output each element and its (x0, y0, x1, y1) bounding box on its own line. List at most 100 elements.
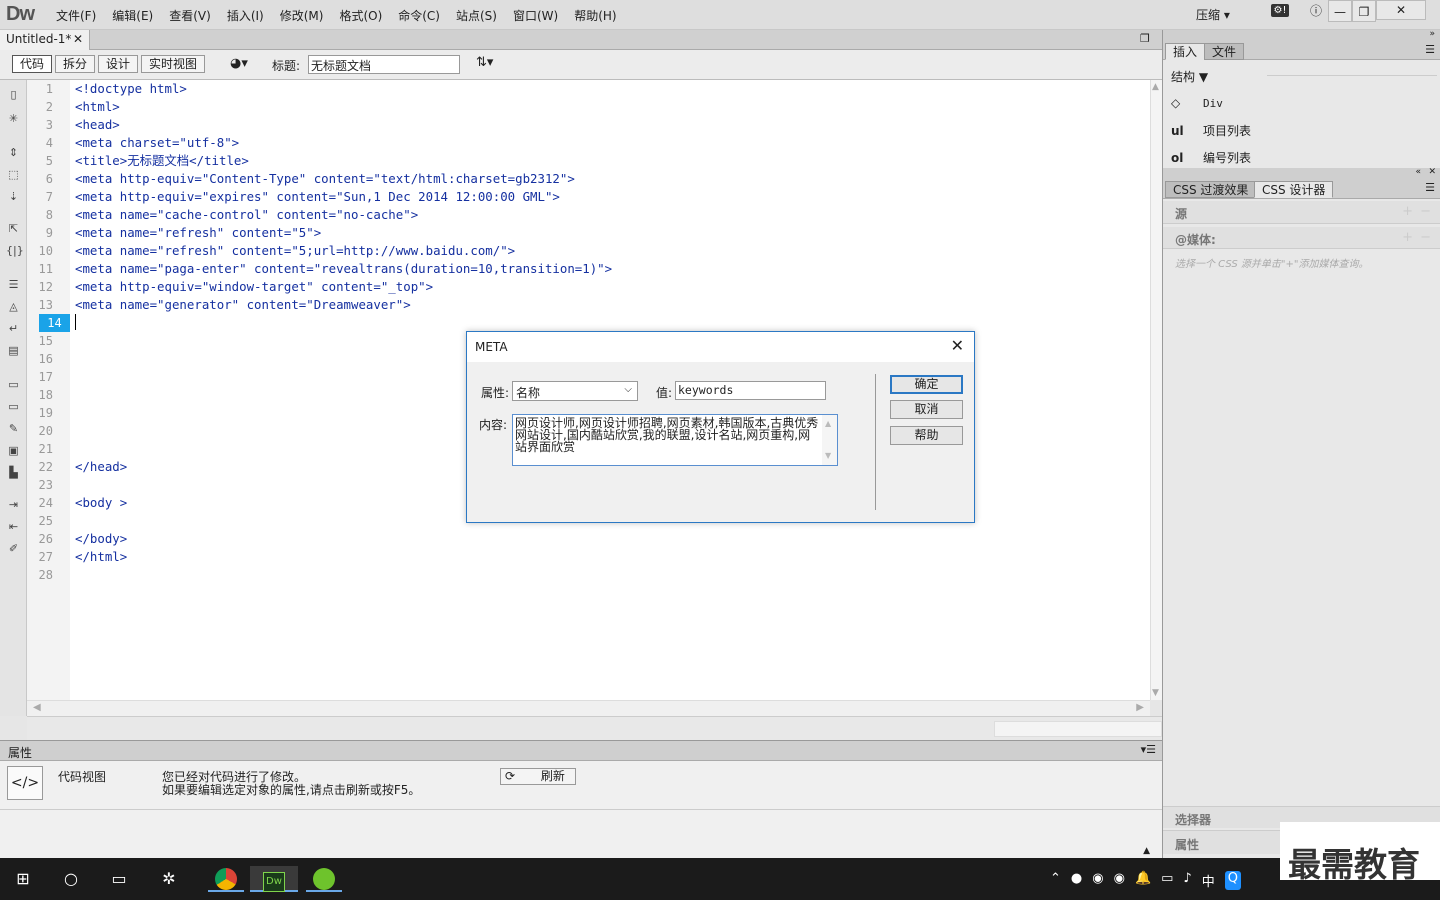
balance-braces-icon[interactable]: {|} (6, 244, 24, 258)
add-source-icon[interactable]: + (1402, 204, 1413, 219)
close-tab-icon[interactable]: ✕ (73, 32, 83, 46)
remove-source-icon[interactable]: − (1420, 204, 1431, 219)
word-wrap-icon[interactable]: ↵ (6, 322, 21, 336)
tab-css-transitions[interactable]: CSS 过渡效果 (1165, 181, 1257, 198)
menu-format[interactable]: 格式(O) (331, 7, 390, 24)
code-line: <html> (75, 99, 120, 114)
tab-files[interactable]: 文件 (1204, 43, 1245, 60)
ul-icon: ul (1171, 124, 1184, 138)
css-panel-menu-icon[interactable]: ☰ (1425, 181, 1435, 194)
minimize-button[interactable]: — (1328, 0, 1352, 22)
code-vertical-scrollbar[interactable]: ▲ ▼ (1150, 80, 1162, 700)
line-number: 8 (45, 208, 53, 222)
content-scrollbar[interactable]: ▲ ▼ (822, 415, 837, 465)
insert-category-dropdown[interactable]: 结构 ▼ (1171, 68, 1208, 85)
properties-title: 属性 (8, 746, 33, 760)
menu-file[interactable]: 文件(F) (48, 7, 104, 24)
preview-in-browser-icon[interactable]: ◕▾ (230, 56, 248, 71)
menu-view[interactable]: 查看(V) (161, 7, 219, 24)
value-input[interactable]: keywords (675, 381, 826, 400)
ime-indicator[interactable]: 中 (1202, 871, 1215, 890)
tab-css-designer[interactable]: CSS 设计器 (1254, 181, 1334, 198)
menu-modify[interactable]: 修改(M) (272, 7, 332, 24)
code-line: <meta charset="utf-8"> (75, 135, 240, 150)
dreamweaver-taskbar-icon[interactable]: Dw (250, 866, 298, 892)
expand-all-icon[interactable]: ⇣ (6, 190, 21, 204)
help-button[interactable]: 帮助 (890, 426, 963, 445)
chrome-icon[interactable] (208, 866, 244, 892)
menu-commands[interactable]: 命令(C) (390, 7, 448, 24)
menu-help[interactable]: 帮助(H) (566, 7, 624, 24)
open-documents-icon[interactable]: ▯ (6, 88, 21, 102)
collapse-css-icon[interactable]: « (1415, 167, 1421, 177)
cortana-icon[interactable]: ○ (58, 866, 84, 892)
recent-snippets-icon[interactable]: ▣ (6, 444, 21, 458)
panel-options-icon[interactable]: ▾☰ (1141, 743, 1156, 756)
menu-insert[interactable]: 插入(I) (219, 7, 272, 24)
close-window-button[interactable]: ✕ (1376, 0, 1426, 20)
insert-div-item[interactable]: ◇ Div (1171, 96, 1223, 110)
dialog-close-icon[interactable]: ✕ (951, 336, 964, 355)
cancel-button[interactable]: 取消 (890, 400, 963, 419)
search-app-icon[interactable]: Q (1224, 871, 1241, 890)
line-number: 16 (38, 352, 53, 366)
indent-code-icon[interactable]: ⇥ (6, 498, 21, 512)
syntax-error-alerts-icon[interactable]: ▤ (6, 344, 21, 358)
remove-comment-icon[interactable]: ▭ (6, 400, 21, 414)
select-parent-tag-icon[interactable]: ⇱ (6, 222, 21, 236)
qq-icon[interactable]: ◉ (1092, 871, 1103, 890)
content-textarea[interactable]: 网页设计师,网页设计师招聘,网页素材,韩国版本,古典优秀网站设计,国内酷站欣赏,… (512, 414, 838, 466)
restore-doc-icon[interactable]: ❐ (1140, 32, 1150, 45)
remove-media-icon[interactable]: − (1420, 230, 1431, 245)
properties-divider (0, 809, 1162, 810)
system-tray: ⌃ ● ◉ ◉ 🔔 ▭ ♪ 中 Q (1050, 871, 1241, 890)
volume-icon[interactable]: ♪ (1183, 871, 1191, 890)
document-title-input[interactable]: 无标题文档 (308, 55, 460, 74)
info-icon[interactable]: ⓘ (1304, 0, 1328, 22)
tab-insert[interactable]: 插入 (1165, 43, 1206, 60)
panel-menu-icon[interactable]: ☰ (1425, 43, 1435, 56)
insert-files-tabs: 插入 文件 ☰ (1163, 42, 1440, 60)
ok-button[interactable]: 确定 (890, 375, 963, 394)
wechat-icon[interactable]: ● (1071, 871, 1082, 890)
document-tab[interactable]: Untitled-1* ✕ (0, 30, 90, 50)
menu-window[interactable]: 窗口(W) (505, 7, 566, 24)
collapse-selection-icon[interactable]: ⬚ (6, 168, 21, 182)
outdent-code-icon[interactable]: ⇤ (6, 520, 21, 534)
code-view-button[interactable]: 代码 (12, 55, 53, 73)
notification-bell-icon[interactable]: 🔔 (1135, 871, 1151, 890)
add-media-icon[interactable]: + (1402, 230, 1413, 245)
menu-site[interactable]: 站点(S) (448, 7, 505, 24)
windows-start-icon[interactable]: ⊞ (10, 866, 36, 892)
split-view-button[interactable]: 拆分 (55, 55, 96, 73)
maximize-button[interactable]: ❐ (1352, 0, 1376, 22)
menu-edit[interactable]: 编辑(E) (104, 7, 161, 24)
insert-ordered-list-item[interactable]: ol 编号列表 (1171, 149, 1251, 166)
file-management-icon[interactable]: ⇅▾ (476, 55, 493, 70)
line-numbers-icon[interactable]: ☰ (6, 278, 21, 292)
apply-comment-icon[interactable]: ▭ (6, 378, 21, 392)
refresh-button[interactable]: ⟳ 刷新 (500, 768, 576, 785)
move-css-icon[interactable]: ▙ (6, 466, 21, 480)
wrap-tag-icon[interactable]: ✎ (6, 422, 21, 436)
code-horizontal-scrollbar[interactable]: ◀ ▶ (27, 700, 1150, 716)
tray-expand-icon[interactable]: ⌃ (1050, 871, 1061, 890)
design-view-button[interactable]: 设计 (98, 55, 139, 73)
live-view-button[interactable]: 实时视图 (141, 55, 206, 73)
collapse-properties-icon[interactable]: ▲ (1143, 846, 1150, 856)
workspace-switcher[interactable]: 压缩 ▾ (1196, 6, 1230, 23)
collapse-full-tag-icon[interactable]: ⇕ (6, 146, 21, 160)
network-icon[interactable]: ▭ (1161, 871, 1173, 890)
melon-app-icon[interactable] (306, 866, 342, 892)
show-code-navigator-icon[interactable]: ✳ (6, 112, 21, 126)
close-css-icon[interactable]: ✕ (1428, 167, 1436, 177)
attribute-select[interactable]: 名称 ⌵ (512, 381, 638, 401)
insert-unordered-list-item[interactable]: ul 项目列表 (1171, 122, 1251, 139)
collapse-panels-icon[interactable]: » (1429, 29, 1435, 39)
app-pinwheel-icon[interactable]: ✲ (156, 866, 182, 892)
sync-icon[interactable]: ⚙! (1268, 0, 1292, 22)
highlight-invalid-code-icon[interactable]: ◬ (6, 300, 21, 314)
task-view-icon[interactable]: ▭ (106, 866, 132, 892)
format-source-code-icon[interactable]: ✐ (6, 542, 21, 556)
qq2-icon[interactable]: ◉ (1114, 871, 1125, 890)
